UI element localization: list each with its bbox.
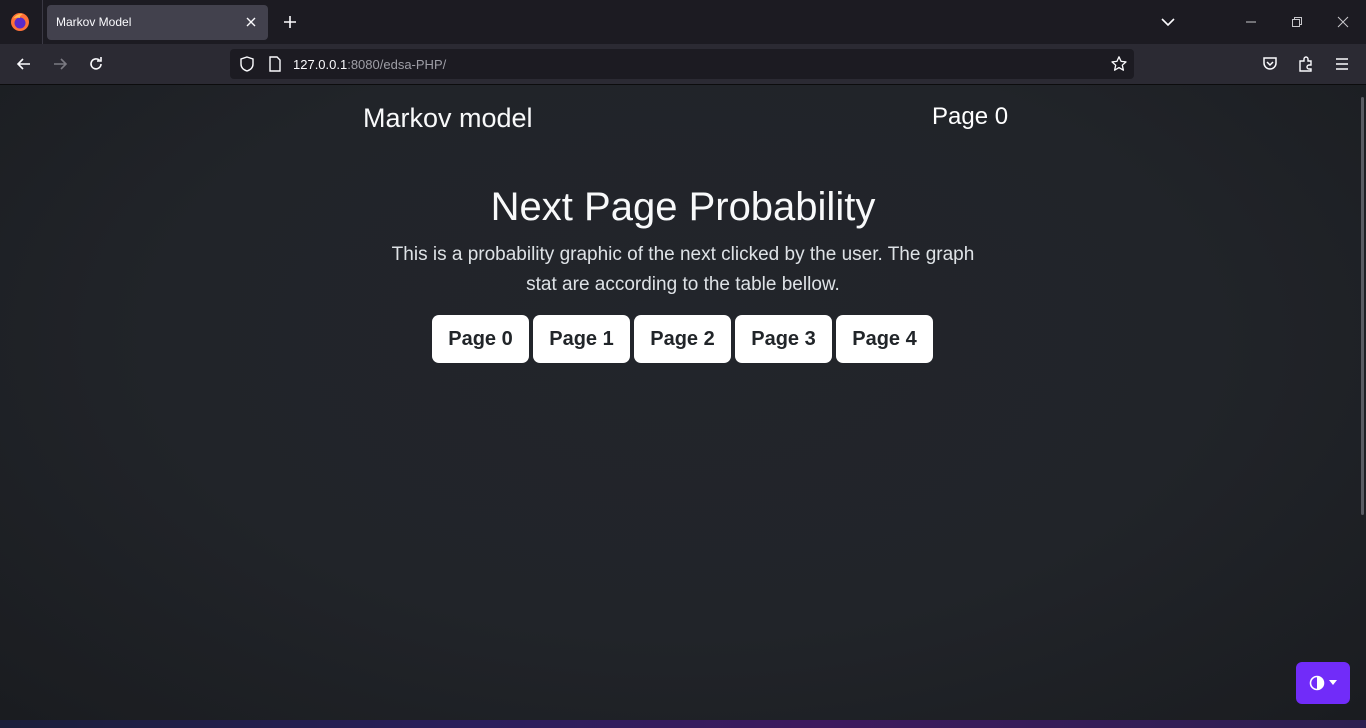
page-2-button[interactable]: Page 2	[634, 315, 731, 363]
shield-icon[interactable]	[238, 55, 256, 73]
arrow-right-icon[interactable]	[50, 54, 70, 74]
page-button-group: Page 0 Page 1 Page 2 Page 3 Page 4	[432, 315, 934, 363]
brand-title[interactable]: Markov model	[363, 103, 533, 134]
tab-title: Markov Model	[56, 15, 132, 29]
arrow-left-icon[interactable]	[14, 54, 34, 74]
plus-icon[interactable]	[280, 12, 300, 32]
page-4-button[interactable]: Page 4	[836, 315, 933, 363]
page-1-button[interactable]: Page 1	[533, 315, 630, 363]
caret-down-icon	[1329, 680, 1337, 686]
url-host: 127.0.0.1	[293, 57, 348, 72]
tab-strip-divider	[42, 0, 43, 44]
url-text[interactable]: 127.0.0.1:8080/edsa-PHP/	[293, 57, 446, 72]
tab-markov-model[interactable]: Markov Model	[47, 5, 268, 40]
page-viewport: Markov model Page 0 Next Page Probabilit…	[0, 85, 1366, 720]
document-icon[interactable]	[267, 55, 283, 73]
close-icon[interactable]	[243, 14, 259, 30]
firefox-logo-icon[interactable]	[9, 11, 31, 33]
url-path: :8080/edsa-PHP/	[347, 57, 447, 72]
restore-icon[interactable]	[1287, 12, 1307, 32]
page-0-button[interactable]: Page 0	[432, 315, 529, 363]
minimize-icon[interactable]	[1241, 12, 1261, 32]
page-3-button[interactable]: Page 3	[735, 315, 832, 363]
current-page-label: Page 0	[932, 103, 1009, 130]
theme-toggle-button[interactable]	[1296, 662, 1350, 704]
page-headline: Next Page Probability	[490, 185, 876, 229]
puzzle-icon[interactable]	[1296, 54, 1316, 74]
url-bar[interactable]: 127.0.0.1:8080/edsa-PHP/	[230, 49, 1134, 79]
tab-strip: Markov Model	[0, 0, 1366, 44]
reload-icon[interactable]	[86, 54, 106, 74]
close-icon[interactable]	[1333, 12, 1353, 32]
pocket-icon[interactable]	[1260, 54, 1280, 74]
navigation-toolbar: 127.0.0.1:8080/edsa-PHP/	[0, 44, 1366, 84]
chevron-down-icon[interactable]	[1158, 12, 1178, 32]
hamburger-icon[interactable]	[1332, 54, 1352, 74]
taskbar-strip	[0, 720, 1366, 728]
page-description: This is a probability graphic of the nex…	[391, 244, 975, 295]
star-icon[interactable]	[1110, 55, 1128, 73]
contrast-icon	[1309, 675, 1327, 693]
vertical-scrollbar[interactable]	[1361, 97, 1364, 515]
